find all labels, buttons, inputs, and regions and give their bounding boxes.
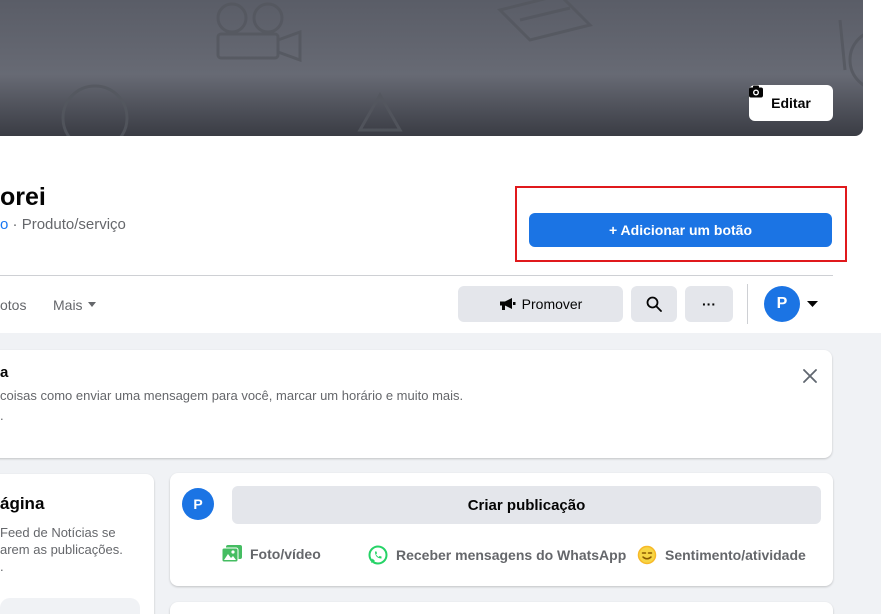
smiley-icon (637, 545, 657, 565)
category-separator: · (8, 216, 22, 233)
caret-down-icon (87, 302, 96, 307)
cover-pattern (61, 0, 863, 136)
add-button-label: + Adicionar um botão (609, 222, 752, 238)
category-label: Produto/serviço (21, 216, 126, 233)
next-post-card (170, 602, 833, 614)
create-post-label: Criar publicação (467, 496, 586, 514)
side-card-text: Feed de Notícias se arem as publicações.… (0, 524, 160, 575)
notice-title: a (0, 364, 9, 381)
action-separator (747, 284, 748, 324)
notice-card: a coisas como enviar uma mensagem para v… (0, 350, 832, 458)
promote-button[interactable]: Promover (458, 286, 623, 322)
side-card-line: . (0, 559, 4, 574)
more-options-button[interactable]: ··· (685, 286, 733, 322)
whatsapp-icon (368, 545, 388, 565)
create-post-card: P Criar publicação Foto/vídeo Receber me… (170, 473, 833, 586)
post-actions: Foto/vídeo Receber mensagens do WhatsApp… (170, 545, 833, 569)
more-options-icon: ··· (702, 296, 716, 312)
edit-cover-button[interactable]: Editar (749, 85, 833, 121)
tab-more-label: Mais (53, 297, 83, 313)
side-card-line: arem as publicações. (0, 542, 123, 557)
add-button[interactable]: + Adicionar um botão (529, 213, 832, 247)
cover-photo: Editar (0, 0, 863, 136)
side-card-button[interactable] (0, 598, 140, 614)
side-card-title: ágina (0, 494, 45, 513)
header-divider (0, 275, 833, 276)
feeling-activity-label: Sentimento/atividade (665, 547, 806, 563)
promote-label: Promover (521, 296, 583, 312)
close-button[interactable] (798, 364, 822, 388)
side-card-line: Feed de Notícias se (0, 525, 116, 540)
chevron-down-icon (807, 300, 818, 307)
post-avatar: P (182, 488, 214, 520)
page-category: o · Produto/serviço (0, 216, 126, 233)
tab-more[interactable]: Mais (53, 297, 96, 313)
avatar: P (764, 286, 800, 322)
feeling-activity-button[interactable]: Sentimento/atividade (637, 545, 806, 565)
search-button[interactable] (631, 286, 677, 322)
account-menu[interactable]: P (764, 286, 818, 322)
search-icon (646, 296, 662, 312)
whatsapp-label: Receber mensagens do WhatsApp (396, 547, 627, 563)
photo-video-button[interactable]: Foto/vídeo (222, 545, 321, 563)
whatsapp-button[interactable]: Receber mensagens do WhatsApp (368, 545, 626, 565)
camera-icon (749, 85, 763, 98)
page-title: orei (0, 183, 46, 211)
close-icon (803, 369, 817, 383)
tab-photos[interactable]: otos (0, 297, 26, 313)
photo-icon (222, 545, 242, 563)
notice-text: coisas como enviar uma mensagem para voc… (0, 388, 464, 403)
photo-video-label: Foto/vídeo (250, 546, 321, 562)
create-post-button[interactable]: Criar publicação (232, 486, 821, 524)
edit-cover-label: Editar (771, 95, 811, 111)
page-info-card: ágina Feed de Notícias se arem as public… (0, 474, 154, 614)
notice-extra: . (0, 408, 4, 423)
megaphone-icon (499, 298, 516, 310)
